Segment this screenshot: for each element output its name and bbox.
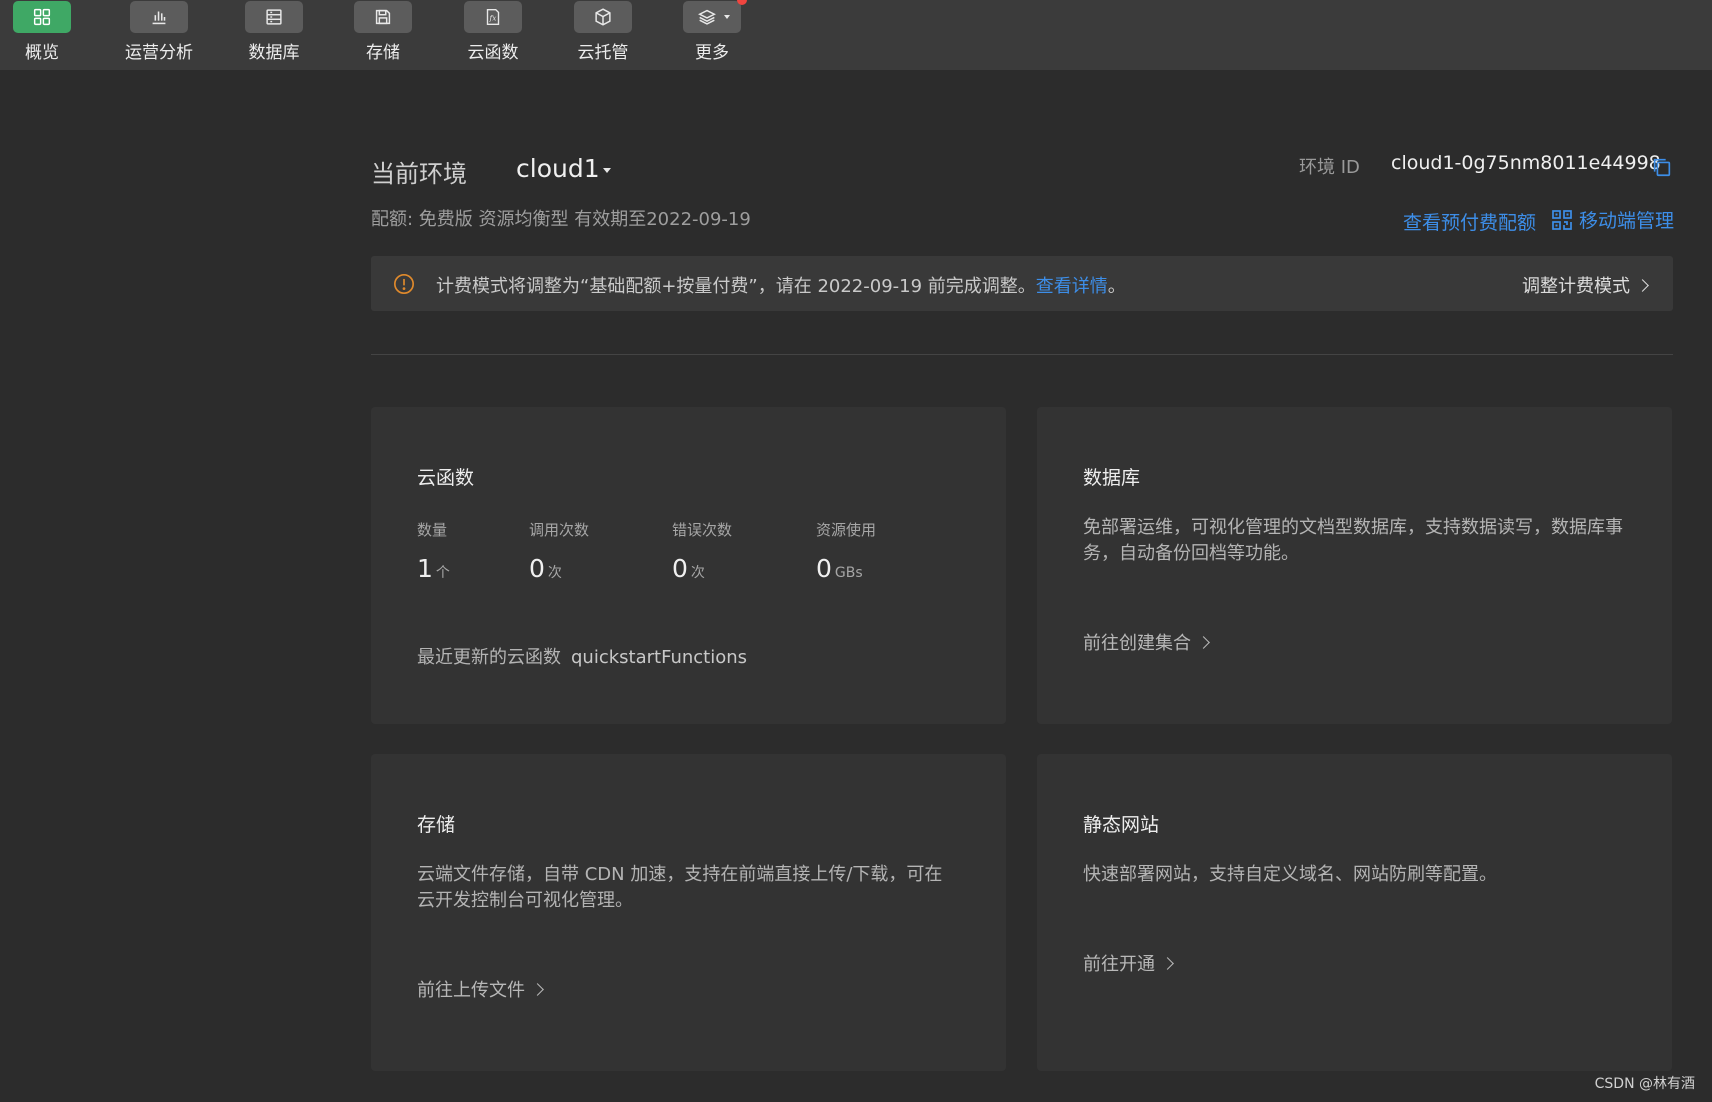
adjust-billing-button[interactable]: 调整计费模式 <box>1522 272 1649 298</box>
create-collection-label: 前往创建集合 <box>1083 633 1191 654</box>
database-card: 数据库 免部署运维，可视化管理的文档型数据库，支持数据读写，数据库事务，自动备份… <box>1037 407 1672 724</box>
env-selector[interactable]: cloud1 <box>516 154 600 183</box>
stat-unit: 个 <box>435 565 450 581</box>
create-collection-link[interactable]: 前往创建集合 <box>1083 629 1210 655</box>
stat-resource-usage: 资源使用 0 GBs <box>816 519 876 583</box>
upload-file-link[interactable]: 前往上传文件 <box>417 976 544 1002</box>
chevron-right-icon <box>1161 956 1174 970</box>
bar-chart-icon <box>130 1 188 33</box>
toolbar-label: 概览 <box>25 43 59 63</box>
toolbar-label: 云函数 <box>467 43 519 63</box>
stat-label: 数量 <box>417 521 448 539</box>
storage-card: 存储 云端文件存储，自带 CDN 加速，支持在前端直接上传/下载，可在云开发控制… <box>371 754 1006 1071</box>
recent-function-name[interactable]: quickstartFunctions <box>571 647 747 668</box>
toolbar-label: 存储 <box>366 43 400 63</box>
stat-value: 1 <box>417 554 433 583</box>
stat-value-wrap: 0次 <box>672 554 732 583</box>
billing-notice: 计费模式将调整为“基础配额+按量付费”，请在 2022-09-19 前完成调整。… <box>371 256 1673 311</box>
upload-file-label: 前往上传文件 <box>417 980 525 1001</box>
toolbar-label: 更多 <box>695 43 729 63</box>
toolbar-item-overview[interactable]: 概览 <box>0 0 97 70</box>
notice-suffix: 。 <box>1107 276 1126 297</box>
cube-icon <box>574 1 632 33</box>
card-title: 存储 <box>417 814 456 836</box>
top-toolbar: 概览 运营分析 数据库 存储 fx 云函数 云托管 更多 <box>0 0 1712 70</box>
stat-count: 数量 1个 <box>417 519 450 583</box>
card-title: 数据库 <box>1083 467 1141 489</box>
svg-text:fx: fx <box>489 14 498 23</box>
card-title: 静态网站 <box>1083 814 1160 836</box>
stat-label: 资源使用 <box>816 521 877 539</box>
notification-badge <box>737 0 747 5</box>
recent-function: 最近更新的云函数 quickstartFunctions <box>417 643 747 669</box>
stat-unit: 次 <box>690 565 705 581</box>
chevron-right-icon <box>1636 278 1649 292</box>
stat-value: 0 <box>816 554 832 583</box>
toolbar-label: 运营分析 <box>125 43 193 63</box>
stat-label: 调用次数 <box>529 521 590 539</box>
enable-website-link[interactable]: 前往开通 <box>1083 950 1174 976</box>
notice-text: 计费模式将调整为“基础配额+按量付费”，请在 2022-09-19 前完成调整。 <box>436 276 1036 297</box>
toolbar-label: 数据库 <box>248 43 300 63</box>
toolbar-item-database[interactable]: 数据库 <box>219 0 329 70</box>
stat-errors: 错误次数 0次 <box>672 519 732 583</box>
toolbar-item-more[interactable]: 更多 <box>657 0 767 70</box>
quota-info: 配额: 免费版 资源均衡型 有效期至2022-09-19 <box>371 209 751 230</box>
env-id-value: cloud1-0g75nm8011e44998 <box>1391 152 1661 174</box>
view-details-link[interactable]: 查看详情 <box>1036 276 1108 297</box>
env-label: 当前环境 <box>371 160 467 188</box>
storage-save-icon <box>354 1 412 33</box>
card-title: 云函数 <box>417 467 475 489</box>
toolbar-item-storage[interactable]: 存储 <box>328 0 438 70</box>
view-prepaid-quota-link[interactable]: 查看预付费配额 <box>1403 208 1536 235</box>
toolbar-item-analytics[interactable]: 运营分析 <box>104 0 214 70</box>
card-description: 云端文件存储，自带 CDN 加速，支持在前端直接上传/下载，可在云开发控制台可视… <box>417 864 943 911</box>
stat-invocations: 调用次数 0次 <box>529 519 589 583</box>
chevron-right-icon <box>1197 635 1210 649</box>
mobile-management-label: 移动端管理 <box>1579 210 1675 232</box>
env-id-label: 环境 ID <box>1299 157 1360 178</box>
database-icon <box>245 1 303 33</box>
cloud-functions-card: 云函数 数量 1个 调用次数 0次 错误次数 0次 资源使用 0 GBs 最近更新… <box>371 407 1006 724</box>
stat-unit: 次 <box>547 565 562 581</box>
overview-grid-icon <box>13 1 71 33</box>
divider <box>371 354 1673 355</box>
chevron-right-icon <box>531 982 544 996</box>
toolbar-label: 云托管 <box>577 43 629 63</box>
layers-more-icon <box>683 0 747 33</box>
stat-unit: GBs <box>834 565 863 581</box>
toolbar-item-cloud-hosting[interactable]: 云托管 <box>548 0 658 70</box>
stat-value-wrap: 0次 <box>529 554 589 583</box>
static-website-card: 静态网站 快速部署网站，支持自定义域名、网站防刷等配置。 前往开通 <box>1037 754 1672 1071</box>
qrcode-icon <box>1552 209 1572 230</box>
stat-value-wrap: 0 GBs <box>816 554 876 583</box>
adjust-billing-label: 调整计费模式 <box>1522 276 1630 297</box>
stat-value: 0 <box>529 554 545 583</box>
card-description: 免部署运维，可视化管理的文档型数据库，支持数据读写，数据库事务，自动备份回档等功… <box>1083 517 1623 564</box>
notice-text-wrap: 计费模式将调整为“基础配额+按量付费”，请在 2022-09-19 前完成调整。… <box>436 272 1126 298</box>
recent-function-label: 最近更新的云函数 <box>417 647 561 668</box>
function-fx-icon: fx <box>464 1 522 33</box>
stat-value: 0 <box>672 554 688 583</box>
stat-label: 错误次数 <box>672 521 733 539</box>
watermark: CSDN @林有酒 <box>1594 1076 1695 1092</box>
copy-icon[interactable] <box>1651 156 1673 178</box>
warning-icon <box>394 274 414 294</box>
card-description: 快速部署网站，支持自定义域名、网站防刷等配置。 <box>1083 864 1497 885</box>
stat-value-wrap: 1个 <box>417 554 450 583</box>
toolbar-item-functions[interactable]: fx 云函数 <box>438 0 548 70</box>
mobile-management-link[interactable]: 移动端管理 <box>1550 206 1674 233</box>
chevron-down-icon <box>724 15 730 19</box>
caret-down-icon[interactable] <box>603 168 611 173</box>
enable-website-label: 前往开通 <box>1083 954 1155 975</box>
